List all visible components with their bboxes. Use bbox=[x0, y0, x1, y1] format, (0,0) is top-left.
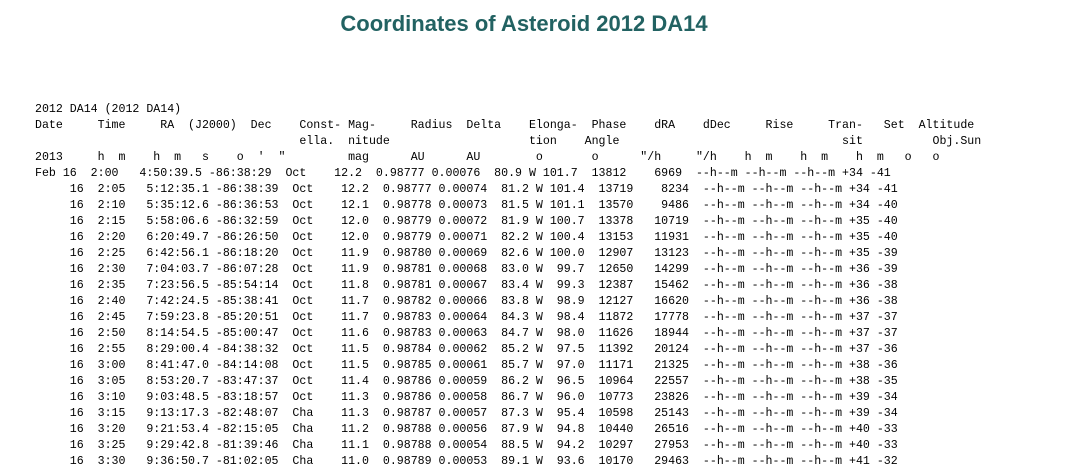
table-row: 16 2:50 8:14:54.5 -85:00:47 Oct 11.6 0.9… bbox=[35, 327, 898, 340]
table-row: 16 2:35 7:23:56.5 -85:54:14 Oct 11.8 0.9… bbox=[35, 279, 898, 292]
page-title: Coordinates of Asteroid 2012 DA14 bbox=[340, 11, 708, 36]
table-row: 16 2:15 5:58:06.6 -86:32:59 Oct 12.0 0.9… bbox=[35, 215, 898, 228]
table-row: 16 3:30 9:36:50.7 -81:02:05 Cha 11.0 0.9… bbox=[35, 455, 898, 468]
table-row: 16 2:40 7:42:24.5 -85:38:41 Oct 11.7 0.9… bbox=[35, 295, 898, 308]
table-row: 16 2:20 6:20:49.7 -86:26:50 Oct 12.0 0.9… bbox=[35, 231, 898, 244]
table-row: 16 3:20 9:21:53.4 -82:15:05 Cha 11.2 0.9… bbox=[35, 423, 898, 436]
table-row: 16 2:05 5:12:35.1 -86:38:39 Oct 12.2 0.9… bbox=[35, 183, 898, 196]
table-row: 16 2:30 7:04:03.7 -86:07:28 Oct 11.9 0.9… bbox=[35, 263, 898, 276]
table-row: 16 2:45 7:59:23.8 -85:20:51 Oct 11.7 0.9… bbox=[35, 311, 898, 324]
table-header-row: ella. nitude tion Angle sit Obj.Sun bbox=[35, 135, 982, 148]
table-units-row: 2013 h m h m s o ' " mag AU AU o o "/h "… bbox=[35, 151, 940, 164]
table-row: 16 3:10 9:03:48.5 -83:18:57 Oct 11.3 0.9… bbox=[35, 391, 898, 404]
table-row: Feb 16 2:00 4:50:39.5 -86:38:29 Oct 12.2… bbox=[35, 167, 891, 180]
table-row: 16 3:15 9:13:17.3 -82:48:07 Cha 11.3 0.9… bbox=[35, 407, 898, 420]
table-row: 16 2:55 8:29:00.4 -84:38:32 Oct 11.5 0.9… bbox=[35, 343, 898, 356]
object-line: 2012 DA14 (2012 DA14) bbox=[35, 103, 182, 116]
table-row: 16 2:10 5:35:12.6 -86:36:53 Oct 12.1 0.9… bbox=[35, 199, 898, 212]
table-row: 16 3:25 9:29:42.8 -81:39:46 Cha 11.1 0.9… bbox=[35, 439, 898, 452]
table-row: 16 3:05 8:53:20.7 -83:47:37 Oct 11.4 0.9… bbox=[35, 375, 898, 388]
ephemeris-table: 2012 DA14 (2012 DA14) Date Time RA (J2000… bbox=[35, 102, 981, 470]
table-row: 16 3:00 8:41:47.0 -84:14:08 Oct 11.5 0.9… bbox=[35, 359, 898, 372]
table-row: 16 2:25 6:42:56.1 -86:18:20 Oct 11.9 0.9… bbox=[35, 247, 898, 260]
table-header-row: Date Time RA (J2000) Dec Const- Mag- Rad… bbox=[35, 119, 975, 132]
